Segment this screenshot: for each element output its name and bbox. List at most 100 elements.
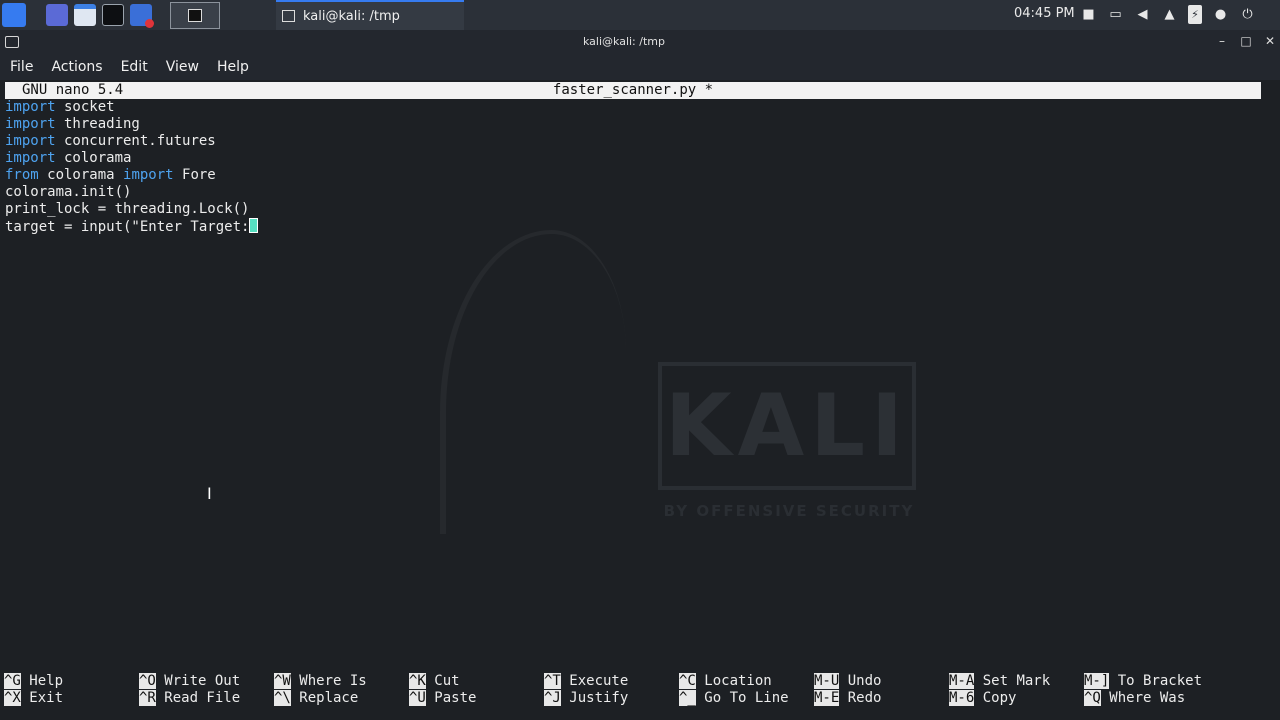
shortcut-item: ^C Location [679,673,772,690]
menu-help[interactable]: Help [207,59,257,75]
terminal-icon [282,10,295,22]
menu-actions[interactable]: Actions [41,59,110,75]
terminal-area[interactable]: KALI BY OFFENSIVE SECURITY GNU nano 5.4 … [0,80,1280,720]
shortcut-label: Paste [425,690,477,706]
shortcut-item: ^Q Where Was [1084,690,1185,707]
shortcut-label: Help [20,673,64,689]
shortcut-label: Location [695,673,772,689]
shortcut-key: ^\ [274,690,291,706]
shortcut-key: M-] [1084,673,1110,689]
kali-menu-icon[interactable] [2,3,26,27]
code-line: import concurrent.futures [5,133,258,150]
menu-edit[interactable]: Edit [111,59,156,75]
display-icon[interactable]: ▭ [1107,6,1124,23]
code-line: from colorama import Fore [5,167,258,184]
notification-bell-icon[interactable]: ▲ [1161,6,1178,23]
shortcut-item: ^T Execute [544,673,628,690]
shortcut-key: ^J [544,690,561,706]
volume-icon[interactable]: ◀ [1134,6,1151,23]
shortcut-label: Replace [290,690,359,706]
code-text: threading [55,116,140,132]
code-text: colorama [38,167,124,183]
shortcut-key: ^G [4,673,21,689]
maximize-icon[interactable]: □ [1240,34,1252,48]
clock[interactable]: 04:45 PM [1014,6,1075,21]
shortcut-item: ^K Cut [409,673,460,690]
menu-view[interactable]: View [156,59,207,75]
window-titlebar[interactable]: kali@kali: /tmp – □ ✕ [0,30,1280,54]
code-text: colorama.init() [5,184,132,200]
shortcut-key: ^U [409,690,426,706]
shortcut-item: M-] To Bracket [1084,673,1202,690]
wallpaper-logo-subtitle: BY OFFENSIVE SECURITY [663,502,915,520]
code-text: colorama [55,150,132,166]
show-desktop-button[interactable] [170,2,220,29]
shortcut-key: ^Q [1084,690,1101,706]
code-line: import threading [5,116,258,133]
nano-header: GNU nano 5.4 faster_scanner.py * [5,82,1261,99]
code-line: import socket [5,99,258,116]
shortcut-item: M-E Redo [814,690,881,707]
window-icon [188,9,202,22]
shortcut-key: M-U [814,673,840,689]
shortcut-key: ^K [409,673,426,689]
shortcut-label: Where Is [290,673,367,689]
code-keyword: import [5,99,56,115]
menu-file[interactable]: File [0,59,41,75]
shortcut-item: M-U Undo [814,673,881,690]
code-line: target = input("Enter Target: [5,218,259,235]
shortcut-label: To Bracket [1109,673,1203,689]
shortcut-label: Copy [974,690,1017,706]
code-text: target = input("Enter Target: [5,219,250,235]
shortcut-item: M-A Set Mark [949,673,1050,690]
shortcut-item: M-6 Copy [949,690,1016,707]
shortcut-label: Redo [839,690,882,706]
shortcut-key: M-E [814,690,840,706]
close-icon[interactable]: ✕ [1264,34,1276,48]
shortcut-item: ^O Write Out [139,673,240,690]
nano-filename: faster_scanner.py * [552,82,714,98]
editor-buffer[interactable]: import socket import threading import conc… [5,99,259,235]
code-keyword: import [5,133,56,149]
shortcut-item: ^R Read File [139,690,240,707]
workspace-icon[interactable] [46,4,68,26]
shortcut-key: ^O [139,673,156,689]
shortcut-item: ^W Where Is [274,673,367,690]
shortcut-item: ^\ Replace [274,690,358,707]
battery-icon[interactable]: ⚡ [1188,5,1202,24]
code-keyword: import [123,167,174,183]
code-text: print_lock = threading.Lock() [5,201,250,217]
wallpaper-logo: KALI [658,362,916,490]
power-icon[interactable]: ⏻ [1239,6,1256,23]
shortcut-key: M-6 [949,690,975,706]
code-line: colorama.init() [5,184,258,201]
shortcut-key: ^X [4,690,21,706]
shortcut-key: ^R [139,690,156,706]
terminal-launcher-icon[interactable] [102,4,124,26]
window-title: kali@kali: /tmp [583,35,665,48]
shortcut-key: ^W [274,673,291,689]
lock-icon[interactable]: ● [1212,6,1229,23]
taskbar-item-terminal[interactable]: kali@kali: /tmp [276,0,464,30]
shortcut-label: Read File [155,690,241,706]
file-manager-icon[interactable] [74,4,96,26]
shortcut-label: Where Was [1100,690,1186,706]
shortcut-item: ^U Paste [409,690,476,707]
camera-icon[interactable]: ■ [1080,6,1097,23]
code-line: import colorama [5,150,258,167]
shortcut-label: Go To Line [695,690,789,706]
code-text: concurrent.futures [55,133,216,149]
shortcut-label: Set Mark [974,673,1051,689]
menubar: File Actions Edit View Help [0,54,1280,80]
text-cursor-ibeam-icon: I [207,484,212,503]
kali-dragon-icon [440,230,626,534]
code-line: print_lock = threading.Lock() [5,201,258,218]
shortcut-label: Cut [425,673,460,689]
screen-recorder-icon[interactable] [130,4,154,28]
shortcut-label: Write Out [155,673,241,689]
shortcut-label: Exit [20,690,64,706]
shortcut-label: Undo [839,673,882,689]
shortcut-label: Justify [560,690,629,706]
minimize-icon[interactable]: – [1216,34,1228,48]
code-text: socket [55,99,115,115]
